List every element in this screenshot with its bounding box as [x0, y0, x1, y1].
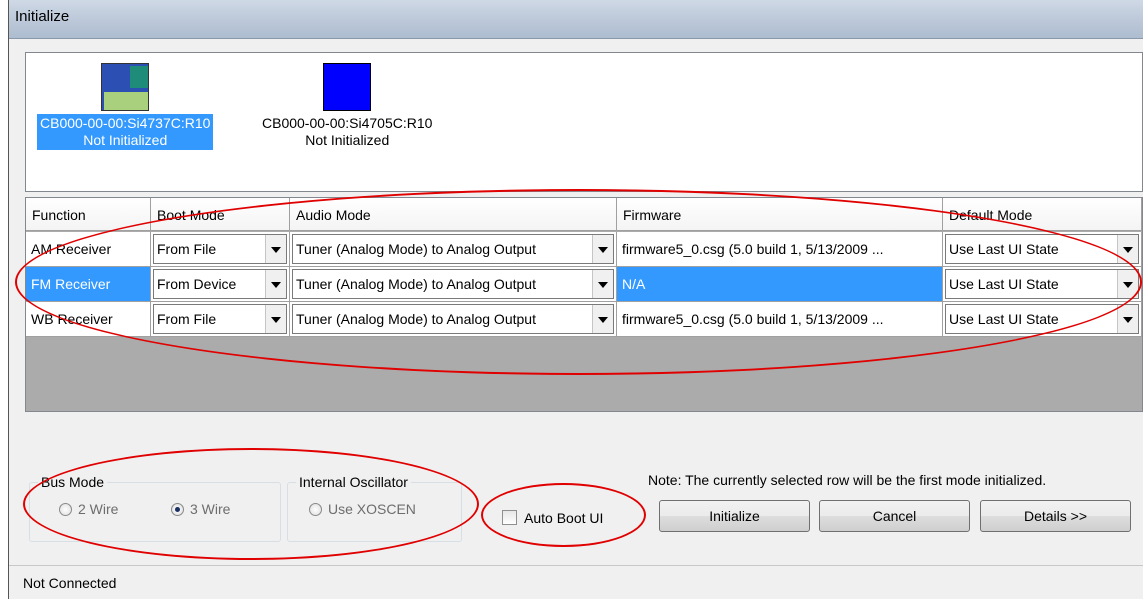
chevron-down-icon[interactable] — [1117, 270, 1138, 298]
radio-3-wire[interactable]: 3 Wire — [171, 501, 230, 517]
column-header-audio-mode[interactable]: Audio Mode — [290, 198, 617, 231]
checkbox-icon — [502, 510, 517, 525]
boot-mode-select[interactable]: From File — [151, 302, 290, 337]
chevron-down-icon[interactable] — [265, 235, 286, 263]
radio-2-wire[interactable]: 2 Wire — [59, 501, 118, 517]
initialize-window: Initialize CB000-00-00:Si4737C:R10 Not I… — [8, 0, 1143, 599]
firmware-cell[interactable]: firmware5_0.csg (5.0 build 1, 5/13/2009 … — [617, 232, 943, 267]
internal-oscillator-legend: Internal Oscillator — [296, 474, 411, 490]
window-title: Initialize — [15, 8, 70, 25]
function-cell[interactable]: WB Receiver — [26, 302, 151, 337]
blue-square-device-icon — [323, 63, 372, 111]
auto-boot-checkbox[interactable]: Auto Boot UI — [502, 510, 603, 526]
chevron-down-icon[interactable] — [1117, 235, 1138, 263]
status-text: Not Connected — [23, 575, 117, 591]
chevron-down-icon[interactable] — [592, 235, 613, 263]
firmware-cell[interactable]: N/A — [617, 267, 943, 302]
radio-use-xoscen[interactable]: Use XOSCEN — [309, 501, 416, 517]
bus-mode-legend: Bus Mode — [38, 474, 108, 490]
column-header-boot-mode[interactable]: Boot Mode — [151, 198, 290, 231]
bus-mode-group: Bus Mode 2 Wire 3 Wire — [29, 474, 281, 542]
device-name: CB000-00-00:Si4705C:R10 — [262, 115, 433, 131]
multi-tile-device-icon — [101, 63, 150, 111]
note-text: Note: The currently selected row will be… — [648, 472, 1047, 488]
device-status: Not Initialized — [83, 132, 168, 148]
radio-icon — [309, 503, 322, 516]
chevron-down-icon[interactable] — [1117, 305, 1138, 333]
audio-mode-select[interactable]: Tuner (Analog Mode) to Analog Output — [290, 302, 617, 337]
device-list: CB000-00-00:Si4737C:R10 Not Initialized … — [25, 52, 1143, 192]
default-mode-select[interactable]: Use Last UI State — [943, 302, 1142, 337]
table-row[interactable]: FM Receiver From Device Tuner (Analog Mo… — [26, 267, 1142, 302]
column-header-firmware[interactable]: Firmware — [617, 198, 943, 231]
firmware-cell[interactable]: firmware5_0.csg (5.0 build 1, 5/13/2009 … — [617, 302, 943, 337]
chevron-down-icon[interactable] — [592, 270, 613, 298]
boot-mode-select[interactable]: From File — [151, 232, 290, 267]
mode-grid: Function Boot Mode Audio Mode Firmware D… — [25, 197, 1143, 412]
details-button[interactable]: Details >> — [980, 500, 1131, 532]
audio-mode-select[interactable]: Tuner (Analog Mode) to Analog Output — [290, 232, 617, 267]
device-item-si4737c[interactable]: CB000-00-00:Si4737C:R10 Not Initialized — [37, 63, 214, 150]
boot-mode-select[interactable]: From Device — [151, 267, 290, 302]
function-cell[interactable]: AM Receiver — [26, 232, 151, 267]
internal-oscillator-group: Internal Oscillator Use XOSCEN — [287, 474, 462, 542]
status-bar-divider — [9, 565, 1143, 566]
column-header-function[interactable]: Function — [26, 198, 151, 231]
title-bar[interactable]: Initialize — [9, 0, 1143, 39]
default-mode-select[interactable]: Use Last UI State — [943, 232, 1142, 267]
chevron-down-icon[interactable] — [592, 305, 613, 333]
table-row[interactable]: WB Receiver From File Tuner (Analog Mode… — [26, 302, 1142, 337]
default-mode-select[interactable]: Use Last UI State — [943, 267, 1142, 302]
radio-icon — [59, 503, 72, 516]
function-cell[interactable]: FM Receiver — [26, 267, 151, 302]
grid-header: Function Boot Mode Audio Mode Firmware D… — [26, 198, 1142, 231]
device-status: Not Initialized — [305, 132, 390, 148]
chevron-down-icon[interactable] — [265, 305, 286, 333]
chevron-down-icon[interactable] — [265, 270, 286, 298]
initialize-button[interactable]: Initialize — [659, 500, 810, 532]
radio-selected-icon — [171, 503, 184, 516]
device-caption: CB000-00-00:Si4737C:R10 Not Initialized — [37, 114, 214, 150]
device-item-si4705c[interactable]: CB000-00-00:Si4705C:R10 Not Initialized — [259, 63, 435, 150]
audio-mode-select[interactable]: Tuner (Analog Mode) to Analog Output — [290, 267, 617, 302]
table-row[interactable]: AM Receiver From File Tuner (Analog Mode… — [26, 232, 1142, 267]
device-caption: CB000-00-00:Si4705C:R10 Not Initialized — [259, 114, 435, 150]
column-header-default-mode[interactable]: Default Mode — [943, 198, 1142, 231]
device-name: CB000-00-00:Si4737C:R10 — [40, 115, 211, 131]
cancel-button[interactable]: Cancel — [819, 500, 970, 532]
